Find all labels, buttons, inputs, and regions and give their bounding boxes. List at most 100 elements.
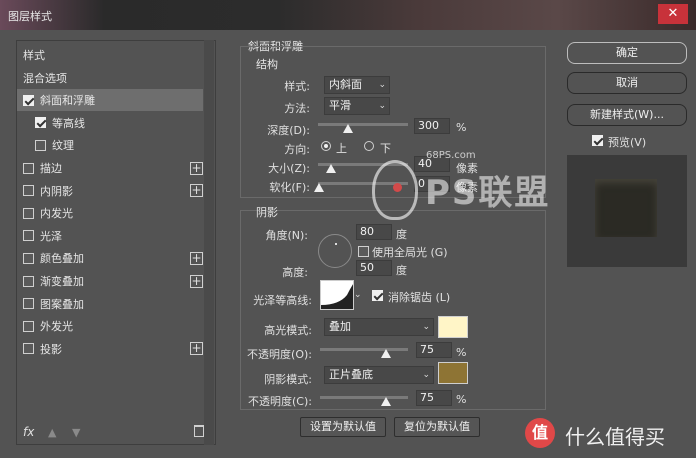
sidebar-item-checkbox[interactable] [35, 139, 46, 151]
sidebar-item[interactable]: 描边 + [17, 157, 203, 179]
add-effect-icon[interactable]: + [190, 342, 203, 356]
sidebar-item-checkbox[interactable] [23, 185, 34, 197]
shadow-mode-label: 阴影模式: [264, 373, 312, 386]
style-label: 样式: [284, 80, 310, 93]
sidebar-item-checkbox[interactable] [23, 275, 34, 287]
highlight-opacity-thumb[interactable] [381, 349, 391, 358]
watermark-dot [393, 183, 402, 192]
close-button[interactable]: ✕ [658, 4, 688, 24]
sidebar-item-checkbox[interactable] [23, 230, 34, 242]
highlight-opacity-label: 不透明度(O): [247, 348, 312, 361]
highlight-opacity-input[interactable]: 75 [416, 342, 452, 358]
sidebar-item[interactable]: 外发光 [17, 315, 203, 337]
size-slider-thumb[interactable] [326, 164, 336, 173]
style-select-value: 内斜面 [329, 78, 362, 91]
ok-button[interactable]: 确定 [567, 42, 687, 64]
chevron-down-icon: ⌄ [422, 322, 430, 332]
depth-slider-thumb[interactable] [343, 124, 353, 133]
reset-default-button[interactable]: 复位为默认值 [394, 417, 480, 437]
highlight-color-swatch[interactable] [438, 316, 468, 338]
trash-icon[interactable] [194, 425, 204, 437]
direction-up-label: 上 [336, 142, 347, 155]
sidebar-item[interactable]: 图案叠加 [17, 293, 203, 315]
shadow-opacity-track[interactable] [320, 396, 408, 399]
sidebar-item[interactable]: 斜面和浮雕 [17, 89, 203, 112]
new-style-button[interactable]: 新建样式(W)... [567, 104, 687, 126]
add-effect-icon[interactable]: + [190, 251, 203, 265]
direction-label: 方向: [284, 143, 310, 156]
sidebar-item-label: 斜面和浮雕 [40, 94, 95, 108]
shadow-color-swatch[interactable] [438, 362, 468, 384]
shadow-mode-select[interactable]: 正片叠底 ⌄ [324, 366, 434, 384]
preview-checkbox[interactable] [592, 135, 603, 146]
altitude-input[interactable]: 50 [356, 260, 392, 276]
sidebar-item-label: 纹理 [52, 139, 74, 153]
preview-thumbnail [567, 155, 687, 267]
depth-unit: % [456, 121, 467, 134]
sidebar-item[interactable]: 内阴影 + [17, 180, 203, 202]
sidebar-item[interactable]: 颜色叠加 + [17, 247, 203, 269]
move-up-icon[interactable]: ▲ [48, 426, 56, 439]
soften-label: 软化(F): [269, 181, 310, 194]
preview-swatch [595, 179, 657, 237]
sidebar-item-checkbox[interactable] [23, 298, 34, 310]
sidebar-item[interactable]: 光泽 [17, 225, 203, 247]
watermark-brand: PS联盟 [425, 173, 551, 213]
shadow-opacity-label: 不透明度(C): [248, 395, 312, 408]
add-effect-icon[interactable]: + [190, 161, 203, 175]
shadow-mode-value: 正片叠底 [329, 368, 373, 381]
fx-button[interactable]: fx [23, 425, 34, 439]
technique-select[interactable]: 平滑 ⌄ [324, 97, 390, 115]
sidebar-item[interactable]: 投影 + [17, 338, 203, 360]
sidebar-item-label: 颜色叠加 [40, 252, 84, 266]
gloss-contour-label: 光泽等高线: [253, 294, 312, 307]
add-effect-icon[interactable]: + [190, 274, 203, 288]
soften-slider-thumb[interactable] [314, 183, 324, 192]
contour-dropdown-icon[interactable]: ⌄ [354, 290, 362, 300]
sidebar-item[interactable]: 渐变叠加 + [17, 270, 203, 292]
style-list-scrollbar[interactable] [204, 40, 214, 445]
sidebar-item[interactable]: 混合选项 [17, 67, 203, 89]
sidebar-item[interactable]: 等高线 [17, 112, 203, 134]
angle-dial[interactable] [318, 234, 352, 268]
direction-down-radio[interactable] [364, 141, 374, 151]
sidebar-item-label: 投影 [40, 342, 62, 356]
sidebar-item-checkbox[interactable] [23, 207, 34, 219]
cancel-button[interactable]: 取消 [567, 72, 687, 94]
global-light-checkbox[interactable] [358, 246, 369, 257]
highlight-opacity-track[interactable] [320, 348, 408, 351]
structure-title: 结构 [256, 58, 278, 71]
sidebar-item-label: 外发光 [40, 320, 73, 334]
sidebar-item-checkbox[interactable] [23, 252, 34, 264]
highlight-mode-select[interactable]: 叠加 ⌄ [324, 318, 434, 336]
depth-slider-track[interactable] [318, 123, 408, 126]
sidebar-item-checkbox[interactable] [23, 94, 34, 106]
sidebar-item-label: 等高线 [52, 116, 85, 130]
sidebar-item-checkbox[interactable] [35, 117, 46, 129]
angle-unit: 度 [396, 228, 407, 241]
shadow-opacity-unit: % [456, 393, 467, 406]
altitude-label: 高度: [282, 266, 308, 279]
sidebar-item[interactable]: 纹理 [17, 134, 203, 156]
gloss-contour-preview[interactable] [320, 280, 354, 310]
add-effect-icon[interactable]: + [190, 184, 203, 198]
move-down-icon[interactable]: ▼ [72, 426, 80, 439]
sidebar-item-label: 图案叠加 [40, 297, 84, 311]
altitude-unit: 度 [396, 264, 407, 277]
depth-input[interactable]: 300 [414, 118, 450, 134]
shadow-opacity-input[interactable]: 75 [416, 390, 452, 406]
sidebar-item[interactable]: 样式 [17, 44, 203, 66]
sidebar-item-checkbox[interactable] [23, 343, 34, 355]
shadow-opacity-thumb[interactable] [381, 397, 391, 406]
angle-dial-marker [335, 243, 337, 245]
style-list: 样式 混合选项 斜面和浮雕 等高线 纹理 描边 + 内阴影 + 内发光 光泽 颜色叠加 + 渐变叠加 + 图案… [16, 40, 216, 445]
sidebar-item-checkbox[interactable] [23, 162, 34, 174]
size-label: 大小(Z): [268, 162, 310, 175]
sidebar-item[interactable]: 内发光 [17, 202, 203, 224]
angle-input[interactable]: 80 [356, 224, 392, 240]
style-select[interactable]: 内斜面 ⌄ [324, 76, 390, 94]
direction-up-radio[interactable] [321, 141, 331, 151]
anti-alias-checkbox[interactable] [372, 290, 383, 301]
set-default-button[interactable]: 设置为默认值 [300, 417, 386, 437]
sidebar-item-checkbox[interactable] [23, 320, 34, 332]
